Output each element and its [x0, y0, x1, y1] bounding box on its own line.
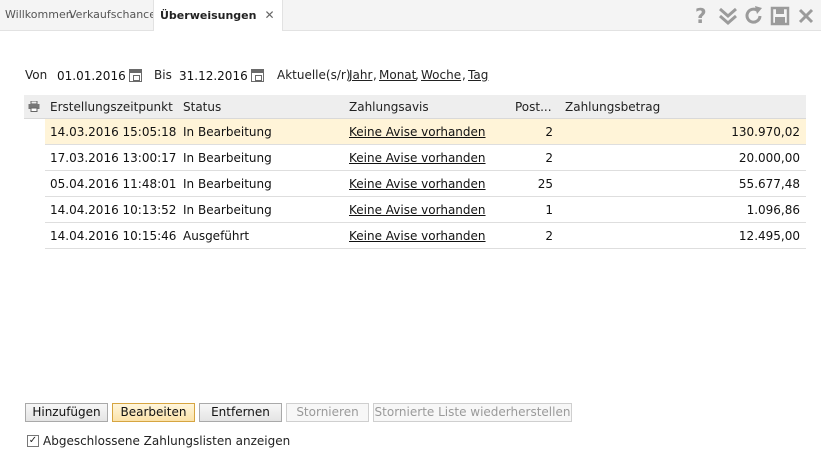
period-separator: ,: [373, 68, 377, 82]
current-period-label: Aktuelle(s/r): [277, 68, 351, 82]
cell-amount: 130.970,02: [731, 125, 800, 139]
refresh-icon[interactable]: [743, 4, 765, 28]
period-separator: ,: [462, 68, 466, 82]
help-icon[interactable]: ?: [691, 4, 713, 28]
cell-amount: 12.495,00: [738, 229, 800, 243]
date-filter: Von 01.01.2016 Bis 31.12.2016 Aktuelle(s…: [25, 67, 545, 85]
column-header-status[interactable]: Status: [183, 100, 221, 114]
to-date-input[interactable]: 31.12.2016: [176, 67, 248, 85]
print-icon[interactable]: [28, 100, 40, 112]
cell-posts: 2: [545, 151, 553, 165]
close-icon[interactable]: [795, 4, 817, 28]
toolbar: ?: [691, 4, 821, 28]
cell-avis-link[interactable]: Keine Avise vorhanden: [349, 151, 486, 165]
column-header-amount[interactable]: Zahlungsbetrag: [565, 100, 660, 114]
period-link-week[interactable]: Woche: [421, 68, 461, 82]
period-separator: ,: [415, 68, 419, 82]
tab-verkaufschancen[interactable]: Verkaufschancen: [69, 8, 163, 21]
cell-status: In Bearbeitung: [183, 177, 272, 191]
table-row[interactable]: 17.03.2016 13:00:17 In Bearbeitung Keine…: [45, 145, 806, 171]
period-link-day[interactable]: Tag: [468, 68, 488, 82]
cell-created: 14.04.2016 10:13:52: [50, 203, 177, 217]
tab-ueberweisungen-label: Überweisungen: [160, 9, 257, 22]
cell-created: 05.04.2016 11:48:01: [50, 177, 177, 191]
cell-status: In Bearbeitung: [183, 125, 272, 139]
from-calendar-icon[interactable]: [129, 69, 142, 82]
cell-posts: 25: [537, 177, 553, 191]
to-calendar-icon[interactable]: [251, 69, 264, 82]
table-row[interactable]: 05.04.2016 11:48:01 In Bearbeitung Keine…: [45, 171, 806, 197]
tab-ueberweisungen[interactable]: Überweisungen ✕: [153, 0, 283, 31]
to-label: Bis: [154, 68, 172, 82]
cell-posts: 2: [545, 125, 553, 139]
table-row[interactable]: 14.03.2016 15:05:18 In Bearbeitung Keine…: [45, 119, 806, 145]
transfer-list-table: Erstellungszeitpunkt Status Zahlungsavis…: [24, 95, 806, 249]
cancel-transfer-button: Stornieren: [286, 403, 369, 422]
cell-created: 17.03.2016 13:00:17: [50, 151, 177, 165]
cell-status: In Bearbeitung: [183, 151, 272, 165]
cell-avis-link[interactable]: Keine Avise vorhanden: [349, 229, 486, 243]
edit-button[interactable]: Bearbeiten: [112, 403, 195, 422]
show-closed-lists-option[interactable]: ✓ Abgeschlossene Zahlungslisten anzeigen: [27, 434, 291, 450]
add-button[interactable]: Hinzufügen: [25, 403, 108, 422]
from-date-input[interactable]: 01.01.2016: [54, 67, 126, 85]
svg-text:?: ?: [695, 4, 707, 28]
cell-posts: 1: [545, 203, 553, 217]
double-chevron-down-icon[interactable]: [717, 4, 739, 28]
period-link-year[interactable]: Jahr: [349, 68, 372, 82]
show-closed-lists-label: Abgeschlossene Zahlungslisten anzeigen: [43, 434, 291, 448]
column-header-created[interactable]: Erstellungszeitpunkt: [50, 100, 173, 114]
table-row[interactable]: 14.04.2016 10:15:46 Ausgeführt Keine Avi…: [45, 223, 806, 249]
restore-cancelled-list-button: Stornierte Liste wiederherstellen: [373, 403, 572, 422]
cell-status: In Bearbeitung: [183, 203, 272, 217]
remove-button[interactable]: Entfernen: [199, 403, 282, 422]
table-row[interactable]: 14.04.2016 10:13:52 In Bearbeitung Keine…: [45, 197, 806, 223]
period-link-month[interactable]: Monat: [379, 68, 416, 82]
cell-avis-link[interactable]: Keine Avise vorhanden: [349, 125, 486, 139]
column-header-avis[interactable]: Zahlungsavis: [349, 100, 429, 114]
cell-avis-link[interactable]: Keine Avise vorhanden: [349, 203, 486, 217]
tab-willkommen[interactable]: Willkommen: [5, 8, 73, 21]
save-icon[interactable]: [769, 4, 791, 28]
cell-amount: 1.096,86: [746, 203, 800, 217]
table-header: Erstellungszeitpunkt Status Zahlungsavis…: [24, 95, 806, 119]
tab-close-icon[interactable]: ✕: [264, 8, 274, 22]
cell-posts: 2: [545, 229, 553, 243]
cell-amount: 20.000,00: [738, 151, 800, 165]
cell-avis-link[interactable]: Keine Avise vorhanden: [349, 177, 486, 191]
cell-created: 14.03.2016 15:05:18: [50, 125, 177, 139]
cell-status: Ausgeführt: [183, 229, 250, 243]
from-label: Von: [25, 68, 48, 82]
tab-bar: Willkommen Verkaufschancen Überweisungen…: [0, 0, 821, 31]
column-header-posts[interactable]: Post...: [515, 100, 552, 114]
show-closed-lists-checkbox[interactable]: ✓: [27, 435, 39, 447]
cell-created: 14.04.2016 10:15:46: [50, 229, 177, 243]
cell-amount: 55.677,48: [738, 177, 800, 191]
